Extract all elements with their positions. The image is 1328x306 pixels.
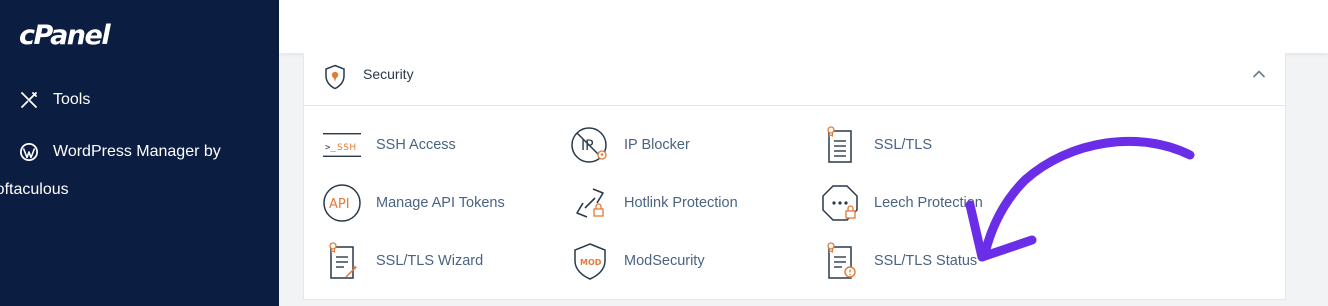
ssh-icon: >_ SSH bbox=[322, 125, 362, 165]
security-panel: Security >_ SSH SSH Access IP IP Blocker… bbox=[303, 53, 1286, 300]
tool-label: ModSecurity bbox=[624, 253, 705, 269]
tool-label: Manage API Tokens bbox=[376, 195, 505, 211]
ssl-tls-icon bbox=[820, 125, 860, 165]
tool-ssl-tls[interactable]: SSL/TLS bbox=[820, 125, 932, 165]
sidebar-item-tools[interactable]: Tools bbox=[19, 90, 90, 110]
tool-label: SSL/TLS Status bbox=[874, 253, 978, 269]
tool-label: Hotlink Protection bbox=[624, 195, 738, 211]
chevron-up-icon[interactable] bbox=[1252, 69, 1266, 79]
tool-leech-protection[interactable]: Leech Protection bbox=[820, 183, 983, 223]
tool-ip-blocker[interactable]: IP IP Blocker bbox=[570, 125, 690, 165]
tool-modsecurity[interactable]: MOD ModSecurity bbox=[570, 241, 705, 281]
sidebar-item-wordpress-manager[interactable]: WordPress Manager by Softaculous bbox=[0, 136, 259, 206]
tool-label: SSL/TLS bbox=[874, 137, 933, 153]
sidebar-item-label: Tools bbox=[53, 91, 91, 108]
ssl-status-icon bbox=[820, 241, 860, 281]
wordpress-icon bbox=[20, 143, 38, 161]
panel-title: Security bbox=[363, 66, 414, 82]
tool-label: IP Blocker bbox=[624, 137, 690, 153]
api-icon: API bbox=[322, 183, 362, 223]
ssl-wizard-icon bbox=[322, 241, 362, 281]
tools-icon bbox=[21, 92, 37, 108]
hotlink-icon bbox=[570, 183, 610, 223]
tool-ssl-tls-status[interactable]: SSL/TLS Status bbox=[820, 241, 977, 281]
tool-ssl-tls-wizard[interactable]: SSL/TLS Wizard bbox=[322, 241, 483, 281]
leech-icon bbox=[820, 183, 860, 223]
tool-label: SSL/TLS Wizard bbox=[376, 253, 484, 269]
svg-text:SSH: SSH bbox=[337, 143, 357, 153]
tool-ssh-access[interactable]: >_ SSH SSH Access bbox=[322, 125, 456, 165]
svg-text:MOD: MOD bbox=[580, 258, 602, 267]
tool-label: SSH Access bbox=[376, 137, 456, 153]
modsecurity-icon: MOD bbox=[570, 241, 610, 281]
tool-hotlink-protection[interactable]: Hotlink Protection bbox=[570, 183, 738, 223]
sidebar: cPanel Tools WordPress Manager by Softac… bbox=[0, 0, 279, 306]
cpanel-logo[interactable]: cPanel bbox=[19, 22, 111, 49]
svg-text:IP: IP bbox=[581, 138, 594, 154]
security-panel-header[interactable]: Security bbox=[304, 53, 1285, 106]
svg-text:>_: >_ bbox=[325, 143, 336, 153]
tool-manage-api-tokens[interactable]: API Manage API Tokens bbox=[322, 183, 505, 223]
ip-blocker-icon: IP bbox=[570, 125, 610, 165]
sidebar-item-label-2: Softaculous bbox=[0, 181, 69, 198]
svg-text:API: API bbox=[329, 197, 350, 212]
sidebar-item-label: WordPress Manager by bbox=[53, 143, 221, 160]
security-shield-icon bbox=[325, 64, 345, 90]
tool-label: Leech Protection bbox=[874, 195, 983, 211]
top-bar bbox=[279, 0, 1328, 53]
